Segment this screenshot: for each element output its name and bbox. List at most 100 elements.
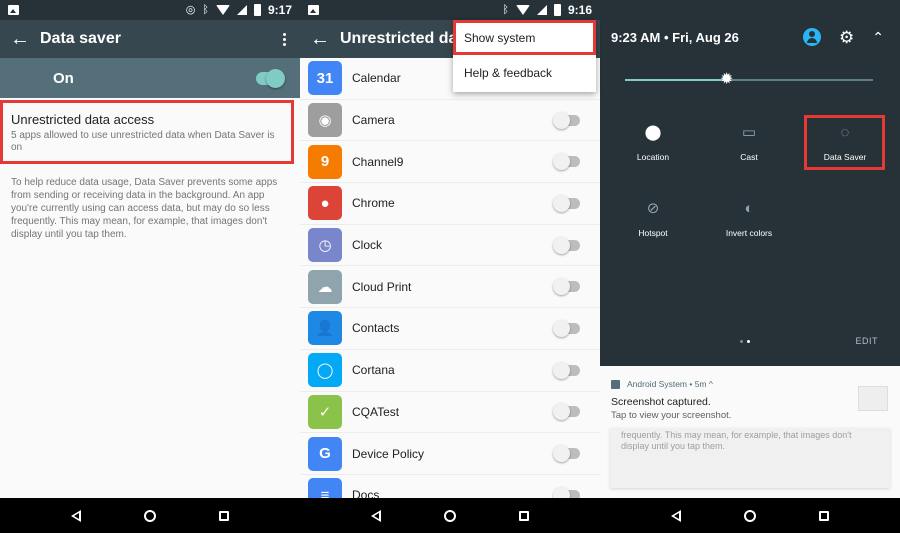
device-policy-icon: G <box>308 436 342 471</box>
unrestricted-data-toggle[interactable] <box>553 236 580 254</box>
app-list: 31 Calendar ◉ Camera 9 Channel9 ● Chrome ◷ Clock ☁… <box>300 58 600 517</box>
tile-location[interactable]: ⬤ Location <box>608 124 698 162</box>
cast-icon: ▭ <box>741 124 757 141</box>
screenshot-preview: frequently. This may mean, for example, … <box>610 428 890 488</box>
data-saver-highlight <box>804 115 885 170</box>
nav-back-icon[interactable] <box>371 509 382 522</box>
location-icon: ⬤ <box>644 124 662 141</box>
app-row[interactable]: ☁ Cloud Print <box>300 266 600 309</box>
nav-recents-icon[interactable] <box>818 510 829 521</box>
edit-button[interactable]: EDIT <box>855 336 878 346</box>
channel9-icon: 9 <box>308 144 342 179</box>
navigation-bar <box>300 498 600 533</box>
nav-back-icon[interactable] <box>671 509 682 522</box>
app-row[interactable]: ● Chrome <box>300 183 600 225</box>
nav-back-icon[interactable] <box>71 509 82 522</box>
unrestricted-data-toggle[interactable] <box>553 194 580 212</box>
tile-label: Cast <box>740 152 758 162</box>
hotspot-icon: ⊘ <box>646 200 660 217</box>
notification-source: Android System • 5m ^ <box>627 379 713 389</box>
status-bar: ◎ ᛒ 9:17 <box>0 0 300 20</box>
signal-icon <box>536 5 547 15</box>
nav-home-icon[interactable] <box>143 509 156 522</box>
date-time: 9:23 AM • Fri, Aug 26 <box>611 29 739 45</box>
screenshot-notification-icon <box>8 5 19 15</box>
app-name: Clock <box>352 238 383 253</box>
navigation-bar <box>600 498 900 533</box>
preview-text: frequently. This may mean, for example, … <box>621 430 852 451</box>
wifi-icon <box>215 5 230 15</box>
image-icon <box>611 379 620 389</box>
bluetooth-icon: ᛒ <box>202 4 209 16</box>
wifi-icon <box>515 5 530 15</box>
master-switch-label: On <box>53 69 74 87</box>
chrome-icon: ● <box>308 186 342 221</box>
app-name: Camera <box>352 113 395 128</box>
unrestricted-data-toggle[interactable] <box>553 153 580 171</box>
app-name: Device Policy <box>352 446 425 461</box>
tile-cast[interactable]: ▭ Cast <box>704 124 794 162</box>
app-name: Contacts <box>352 321 400 336</box>
cqatest-icon: ✓ <box>308 394 342 429</box>
tile-label: Invert colors <box>725 228 773 238</box>
app-name: Cloud Print <box>352 279 412 294</box>
more-options-icon[interactable] <box>268 32 300 46</box>
tile-label: Location <box>636 152 670 162</box>
quick-settings-shade: 9:23 AM • Fri, Aug 26 ⚙ ⌃ ✹ ⬤ Location ▭… <box>600 0 900 533</box>
app-row[interactable]: 👤 Contacts <box>300 308 600 350</box>
app-row[interactable]: G Device Policy <box>300 433 600 475</box>
data-saver-screen: ◎ ᛒ 9:17 ← Data saver On Unrestricted da… <box>0 0 300 533</box>
menu-item-help-feedback[interactable]: Help & feedback <box>453 55 596 90</box>
navigation-bar <box>0 498 300 533</box>
data-saver-description: To help reduce data usage, Data Saver pr… <box>11 177 278 240</box>
unrestricted-data-toggle[interactable] <box>553 111 580 129</box>
battery-icon <box>553 4 561 16</box>
data-saver-toggle[interactable] <box>256 68 285 88</box>
unrestricted-data-toggle[interactable] <box>553 361 580 379</box>
app-toolbar: ← Data saver <box>0 20 300 58</box>
user-avatar-icon[interactable] <box>803 28 822 46</box>
data-saver-master-switch-row[interactable]: On <box>0 58 300 98</box>
nav-home-icon[interactable] <box>443 509 456 522</box>
app-row[interactable]: ◯ Cortana <box>300 350 600 392</box>
app-row[interactable]: ✓ CQATest <box>300 392 600 434</box>
tile-hotspot[interactable]: ⊘ Hotspot <box>608 200 698 238</box>
back-arrow-icon[interactable]: ← <box>0 28 40 51</box>
signal-icon <box>236 5 247 15</box>
app-row[interactable]: 9 Channel9 <box>300 141 600 184</box>
nav-recents-icon[interactable] <box>218 510 229 521</box>
brightness-slider[interactable]: ✹ <box>625 71 873 88</box>
back-arrow-icon[interactable]: ← <box>300 28 340 51</box>
unrestricted-data-toggle[interactable] <box>553 445 580 463</box>
menu-item-show-system[interactable]: Show system <box>453 20 596 55</box>
unrestricted-data-access-title: Unrestricted data access <box>11 112 155 127</box>
cloud-print-icon: ☁ <box>308 269 342 304</box>
status-time: 9:16 <box>567 3 592 17</box>
screenshot-notification-icon <box>308 5 319 15</box>
tile-label: Hotspot <box>638 228 668 238</box>
overflow-menu: Show system Help & feedback <box>453 20 596 92</box>
status-bar: ᛒ 9:16 <box>300 0 600 20</box>
contacts-icon: 👤 <box>308 311 342 346</box>
app-name: CQATest <box>352 404 400 419</box>
clock-icon: ◷ <box>308 228 342 263</box>
unrestricted-data-toggle[interactable] <box>553 403 580 421</box>
invert-colors-icon: ◐ <box>744 200 754 217</box>
unrestricted-data-access-item[interactable]: Unrestricted data access 5 apps allowed … <box>0 100 294 164</box>
app-row[interactable]: ◉ Camera <box>300 100 600 142</box>
unrestricted-data-toggle[interactable] <box>553 278 580 296</box>
nav-recents-icon[interactable] <box>518 510 529 521</box>
bluetooth-icon: ᛒ <box>502 4 509 16</box>
brightness-icon[interactable]: ✹ <box>718 71 736 89</box>
nav-home-icon[interactable] <box>743 509 756 522</box>
calendar-icon: 31 <box>308 61 342 96</box>
unrestricted-data-toggle[interactable] <box>553 319 580 337</box>
app-row[interactable]: ◷ Clock <box>300 225 600 267</box>
gear-icon[interactable]: ⚙ <box>839 29 854 46</box>
screenshot-notification[interactable]: Android System • 5m ^ Screenshot capture… <box>600 366 900 498</box>
page-indicator <box>740 340 750 343</box>
sync-icon: ◎ <box>185 4 196 16</box>
app-name: Channel9 <box>352 154 404 169</box>
chevron-up-icon[interactable]: ⌃ <box>872 29 884 46</box>
tile-invert-colors[interactable]: ◐ Invert colors <box>704 200 794 238</box>
